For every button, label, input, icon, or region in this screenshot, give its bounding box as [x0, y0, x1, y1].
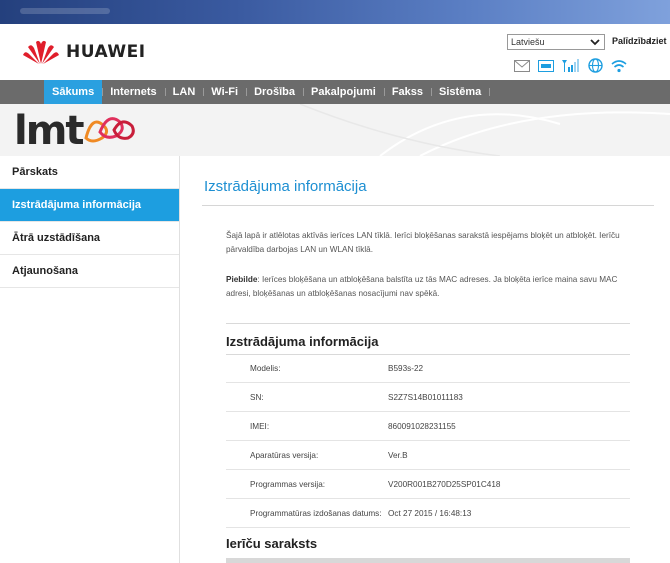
- wifi-icon: [611, 59, 627, 78]
- signal-icon: [562, 59, 580, 77]
- info-row-hardware-version: Aparatūras versija: Ver.B: [226, 441, 630, 470]
- sidebar: Pārskats Izstrādājuma informācija Ātrā u…: [0, 156, 180, 563]
- nav-item-security[interactable]: Drošība: [246, 80, 304, 104]
- help-link[interactable]: Palīdzība: [612, 36, 651, 46]
- info-key: SN:: [250, 393, 264, 402]
- main-content: Izstrādājuma informācija Šajā lapā ir at…: [180, 156, 670, 563]
- note-text: Piebilde: Ierīces bloķēšana un atbloķēša…: [226, 273, 636, 301]
- info-value: V200R001B270D25SP01C418: [388, 480, 501, 489]
- info-value: Ver.B: [388, 451, 408, 460]
- intro-text: Šajā lapā ir atlēlotas aktīvās ierīces L…: [226, 231, 620, 254]
- operator-banner: lmt: [0, 104, 670, 156]
- language-select[interactable]: Latviešu: [507, 34, 605, 50]
- info-key: Modelis:: [250, 364, 281, 373]
- info-value: 860091028231155: [388, 422, 456, 431]
- sidebar-item-quick-setup[interactable]: Ātrā uzstādīšana: [0, 222, 179, 255]
- info-section-title: Izstrādājuma informācija: [226, 334, 379, 349]
- info-row-sn: SN: S2Z7S14B01011183: [226, 383, 630, 412]
- browser-titlebar: [0, 0, 670, 24]
- note-label: Piebilde: [226, 275, 258, 284]
- info-value: B593s-22: [388, 364, 424, 373]
- info-value: S2Z7S14B01011183: [388, 393, 463, 402]
- operator-logo-text: lmt: [14, 108, 85, 154]
- info-key: IMEI:: [250, 422, 270, 431]
- nav-item-internet[interactable]: Internets: [102, 80, 167, 104]
- sidebar-item-overview[interactable]: Pārskats: [0, 156, 179, 189]
- nav-item-home[interactable]: Sākums: [44, 80, 104, 104]
- main-nav: Sākums Internets LAN Wi-Fi Drošība Pakal…: [0, 80, 670, 104]
- info-value: Oct 27 2015 / 16:48:13: [388, 509, 472, 518]
- titlebar-text-blur: [20, 8, 110, 14]
- status-icons: [514, 58, 627, 78]
- lte-icon: [538, 59, 554, 77]
- nav-item-wifi[interactable]: Wi-Fi: [203, 80, 247, 104]
- device-list-title: Ierīču saraksts: [226, 536, 318, 551]
- info-key: Programmatūras izdošanas datums:: [250, 509, 382, 518]
- device-table-header: [226, 558, 630, 563]
- nav-item-system[interactable]: Sistēma: [431, 80, 491, 104]
- brand-name: HUAWEI: [66, 42, 146, 62]
- title-divider: [202, 205, 654, 206]
- envelope-icon[interactable]: [514, 59, 530, 77]
- chevron-down-icon: [590, 39, 600, 46]
- nav-item-services[interactable]: Pakalpojumi: [303, 80, 385, 104]
- operator-logo-icon: [84, 117, 135, 143]
- nav-item-lan[interactable]: LAN: [165, 80, 204, 104]
- info-key: Aparatūras versija:: [250, 451, 319, 460]
- info-row-release-date: Programmatūras izdošanas datums: Oct 27 …: [226, 499, 630, 528]
- huawei-petal-logo-icon: [23, 40, 59, 64]
- nav-item-fax[interactable]: Fakss: [384, 80, 433, 104]
- header: HUAWEI Latviešu Palīdzība Iziet: [0, 24, 670, 80]
- sidebar-item-update[interactable]: Atjaunošana: [0, 255, 179, 288]
- info-row-model: Modelis: B593s-22: [226, 354, 630, 383]
- section-divider: [226, 323, 630, 324]
- sidebar-item-product-info[interactable]: Izstrādājuma informācija: [0, 189, 179, 222]
- info-key: Programmas versija:: [250, 480, 326, 489]
- note-body: : Ierīces bloķēšana un atbloķēšana balst…: [226, 275, 618, 298]
- info-row-imei: IMEI: 860091028231155: [226, 412, 630, 441]
- info-row-software-version: Programmas versija: V200R001B270D25SP01C…: [226, 470, 630, 499]
- page-title: Izstrādājuma informācija: [204, 178, 367, 195]
- globe-icon: [588, 58, 603, 78]
- huawei-logo[interactable]: HUAWEI: [22, 38, 146, 66]
- language-select-value: Latviešu: [511, 37, 545, 47]
- logout-link[interactable]: Iziet: [649, 36, 667, 46]
